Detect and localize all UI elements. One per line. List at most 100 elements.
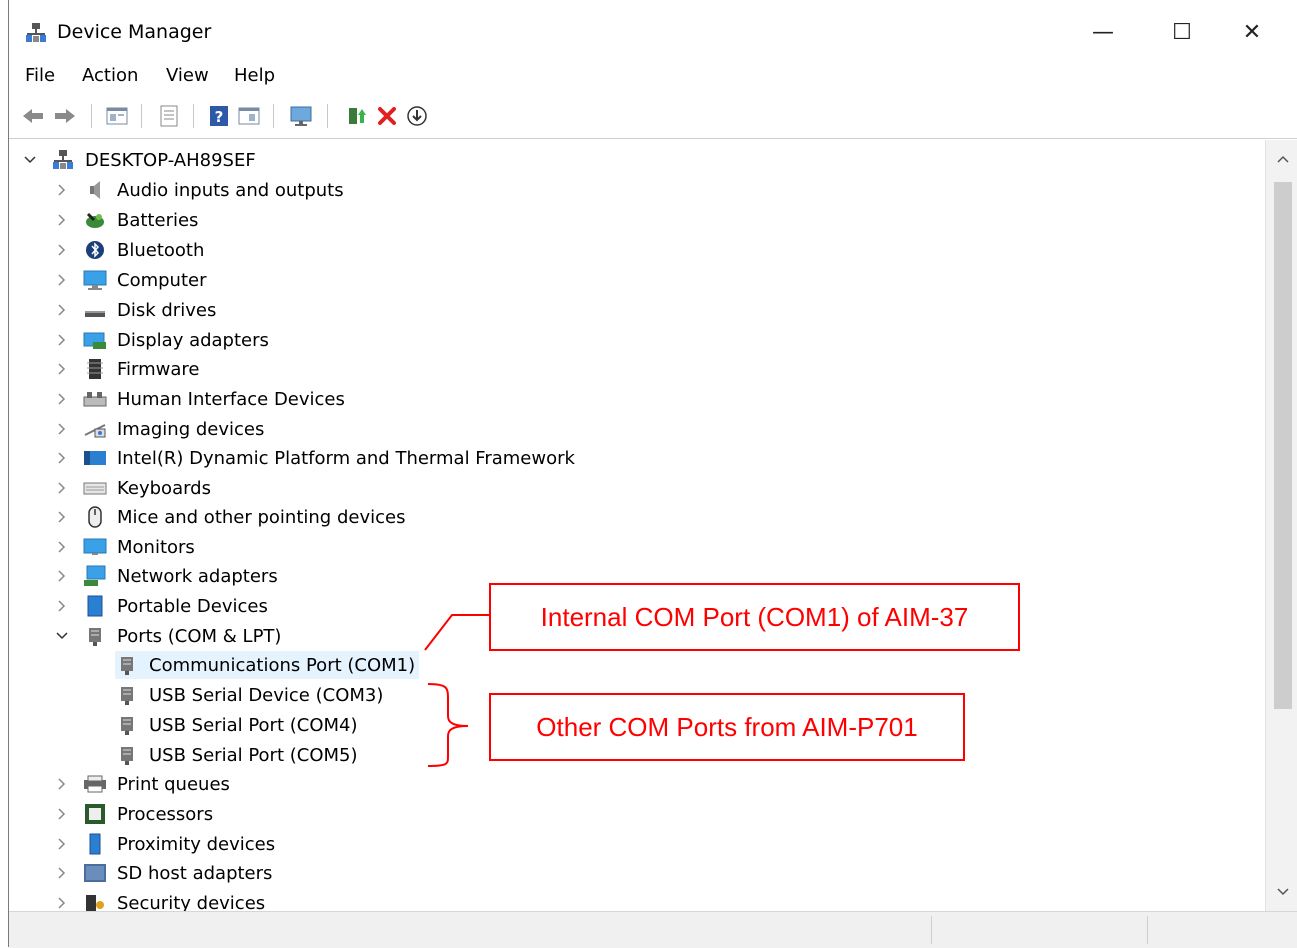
uninstall-icon[interactable] <box>375 104 399 128</box>
mouse-icon <box>83 506 107 528</box>
menu-file[interactable]: File <box>25 65 55 86</box>
tree-item-label: Display adapters <box>117 329 269 351</box>
tree-item-display-adapters[interactable]: Display adapters <box>55 326 269 354</box>
annotation-internal-com: Internal COM Port (COM1) of AIM-37 <box>489 583 1020 651</box>
chevron-right-icon[interactable] <box>55 837 69 851</box>
chevron-right-icon[interactable] <box>55 362 69 376</box>
tree-item-label: Computer <box>117 269 207 291</box>
view-icon[interactable] <box>157 104 181 128</box>
resources-icon[interactable] <box>237 104 261 128</box>
computer-icon <box>83 269 107 291</box>
chevron-right-icon[interactable] <box>55 273 69 287</box>
tree-item-mice[interactable]: Mice and other pointing devices <box>55 503 405 531</box>
tree-item-label: Human Interface Devices <box>117 388 345 410</box>
keyboard-icon <box>83 477 107 499</box>
scroll-down-icon[interactable] <box>1276 885 1290 899</box>
properties-icon[interactable] <box>105 104 129 128</box>
tree-item-proximity[interactable]: Proximity devices <box>55 830 275 858</box>
svg-text:?: ? <box>215 108 224 126</box>
tree-root-label: DESKTOP-AH89SEF <box>85 149 256 171</box>
title-bar: Device Manager — ☐ ✕ <box>9 0 1297 60</box>
menu-view[interactable]: View <box>166 65 209 86</box>
tree-item-monitors[interactable]: Monitors <box>55 533 195 561</box>
chevron-right-icon[interactable] <box>55 481 69 495</box>
tree-item-label: Proximity devices <box>117 833 276 855</box>
close-button[interactable]: ✕ <box>1229 12 1275 52</box>
scroll-up-icon[interactable] <box>1276 152 1290 166</box>
camera-icon <box>83 418 107 440</box>
firmware-icon <box>83 358 107 380</box>
menu-action[interactable]: Action <box>82 65 138 86</box>
update-driver-icon[interactable] <box>345 104 369 128</box>
maximize-button[interactable]: ☐ <box>1159 12 1205 52</box>
tree-item-label: Firmware <box>117 358 200 380</box>
tree-item-portable[interactable]: Portable Devices <box>55 592 268 620</box>
port-icon <box>83 625 107 647</box>
chevron-right-icon[interactable] <box>55 807 69 821</box>
tree-item-sd-host[interactable]: SD host adapters <box>55 859 272 887</box>
tree-item-label: Intel(R) Dynamic Platform and Thermal Fr… <box>117 447 575 469</box>
tree-item-label: Audio inputs and outputs <box>117 179 344 201</box>
tree-item-com3[interactable]: USB Serial Device (COM3) <box>115 681 383 709</box>
tree-item-imaging[interactable]: Imaging devices <box>55 415 264 443</box>
tree-item-batteries[interactable]: Batteries <box>55 206 198 234</box>
chevron-right-icon[interactable] <box>55 392 69 406</box>
tree-item-com1[interactable]: Communications Port (COM1) <box>115 651 420 679</box>
tree-item-com5[interactable]: USB Serial Port (COM5) <box>115 741 358 769</box>
tree-item-keyboards[interactable]: Keyboards <box>55 474 211 502</box>
network-icon <box>83 565 107 587</box>
tree-item-ports[interactable]: Ports (COM & LPT) <box>55 622 281 650</box>
printer-icon <box>83 773 107 795</box>
tree-item-disk-drives[interactable]: Disk drives <box>55 296 216 324</box>
tree-item-label: USB Serial Device (COM3) <box>149 684 384 706</box>
help-icon[interactable]: ? <box>207 104 231 128</box>
disk-drive-icon <box>83 299 107 321</box>
forward-arrow-icon[interactable] <box>53 104 77 128</box>
tree-item-processors[interactable]: Processors <box>55 800 213 828</box>
tree-item-label: Bluetooth <box>117 239 205 261</box>
device-tree[interactable]: DESKTOP-AH89SEF Audio inputs and outputs… <box>9 140 1265 911</box>
tree-item-firmware[interactable]: Firmware <box>55 355 200 383</box>
chevron-right-icon[interactable] <box>55 777 69 791</box>
tree-item-bluetooth[interactable]: Bluetooth <box>55 236 204 264</box>
minimize-button[interactable]: — <box>1080 12 1126 52</box>
tree-item-hid[interactable]: Human Interface Devices <box>55 385 345 413</box>
chevron-right-icon[interactable] <box>55 510 69 524</box>
tree-item-network[interactable]: Network adapters <box>55 562 278 590</box>
window-title: Device Manager <box>57 21 212 43</box>
chevron-down-icon[interactable] <box>55 629 69 643</box>
chevron-right-icon[interactable] <box>55 422 69 436</box>
bluetooth-icon <box>83 239 107 261</box>
chevron-right-icon[interactable] <box>55 569 69 583</box>
chevron-right-icon[interactable] <box>55 333 69 347</box>
chevron-right-icon[interactable] <box>55 599 69 613</box>
chevron-right-icon[interactable] <box>55 243 69 257</box>
chevron-right-icon[interactable] <box>55 451 69 465</box>
tree-item-audio[interactable]: Audio inputs and outputs <box>55 176 344 204</box>
chevron-right-icon[interactable] <box>55 896 69 910</box>
tree-item-print-queues[interactable]: Print queues <box>55 770 230 798</box>
back-arrow-icon[interactable] <box>21 104 45 128</box>
menu-help[interactable]: Help <box>234 65 275 86</box>
chevron-right-icon[interactable] <box>55 183 69 197</box>
port-icon <box>115 714 139 736</box>
chevron-right-icon[interactable] <box>55 866 69 880</box>
speaker-icon <box>83 179 107 201</box>
tree-item-computer[interactable]: Computer <box>55 266 206 294</box>
vertical-scrollbar[interactable] <box>1265 140 1297 911</box>
status-bar <box>9 911 1297 948</box>
tree-item-label: Imaging devices <box>117 418 265 440</box>
download-icon[interactable] <box>405 104 429 128</box>
battery-icon <box>83 209 107 231</box>
proximity-icon <box>83 833 107 855</box>
tree-item-com4[interactable]: USB Serial Port (COM4) <box>115 711 358 739</box>
chevron-right-icon[interactable] <box>55 213 69 227</box>
chevron-right-icon[interactable] <box>55 540 69 554</box>
tree-root[interactable]: DESKTOP-AH89SEF <box>23 146 256 174</box>
tree-item-intel-dptf[interactable]: Intel(R) Dynamic Platform and Thermal Fr… <box>55 444 575 472</box>
chevron-down-icon[interactable] <box>23 153 37 167</box>
scrollbar-thumb[interactable] <box>1274 182 1292 709</box>
monitor-scan-icon[interactable] <box>289 104 313 128</box>
chevron-right-icon[interactable] <box>55 303 69 317</box>
tree-item-security[interactable]: Security devices <box>55 889 265 911</box>
